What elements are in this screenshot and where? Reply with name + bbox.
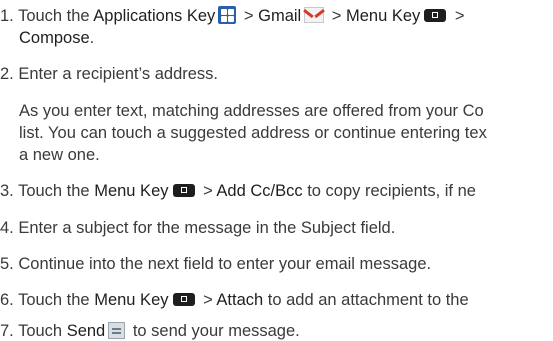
step-text: Touch the <box>18 7 94 25</box>
add-cc-bcc-label: Add Cc/Bcc <box>216 182 303 200</box>
step-text: to send your message. <box>128 322 300 340</box>
instruction-document: 1. Touch the Applications Key > Gmail > … <box>0 0 553 341</box>
menu-key-icon <box>172 293 195 306</box>
menu-key-icon <box>172 184 195 197</box>
gmail-label: Gmail <box>258 7 302 25</box>
step-text: Enter a subject for the message in the S… <box>18 219 396 237</box>
applications-key-label: Applications Key <box>93 7 216 25</box>
step-number: 1. <box>0 7 14 25</box>
separator: > <box>450 7 465 25</box>
step-number: 4. <box>0 219 14 237</box>
step-text: to add an attachment to the <box>263 291 469 309</box>
step-2-note-line-2: list. You can touch a suggested address … <box>19 124 487 142</box>
menu-key-icon <box>424 9 447 22</box>
gmail-envelope-icon <box>304 7 325 23</box>
compose-label: Compose <box>19 29 90 47</box>
step-5: 5. Continue into the next field to enter… <box>0 254 431 274</box>
send-icon <box>108 322 126 339</box>
separator: > <box>198 291 217 309</box>
step-number: 5. <box>0 255 14 273</box>
step-number: 7. <box>0 322 14 340</box>
attach-label: Attach <box>216 291 264 309</box>
menu-key-label: Menu Key <box>94 182 169 200</box>
step-text: Touch the <box>18 182 95 200</box>
step-2-note-line-3: a new one. <box>19 146 100 164</box>
step-text: Touch <box>18 322 67 340</box>
step-7: 7. Touch Send to send your message. <box>0 321 300 341</box>
step-2-note-line-1: As you enter text, matching addresses ar… <box>19 102 484 120</box>
step-number: 3. <box>0 182 14 200</box>
step-2: 2. Enter a recipient’s address. <box>0 64 218 84</box>
separator: > <box>198 182 217 200</box>
step-end: . <box>89 29 95 47</box>
separator: > <box>239 7 259 25</box>
apps-grid-icon <box>218 6 237 24</box>
separator: > <box>327 7 347 25</box>
step-number: 6. <box>0 291 14 309</box>
menu-key-label: Menu Key <box>346 7 421 25</box>
step-text: Enter a recipient’s address. <box>18 65 218 83</box>
step-4: 4. Enter a subject for the message in th… <box>0 218 395 238</box>
step-text: Touch the <box>18 291 95 309</box>
step-text: Continue into the next field to enter yo… <box>18 255 432 273</box>
step-1-continued: Compose. <box>19 28 94 48</box>
send-label: Send <box>66 322 106 340</box>
step-text: to copy recipients, if ne <box>302 182 476 200</box>
step-number: 2. <box>0 65 14 83</box>
menu-key-label: Menu Key <box>94 291 169 309</box>
step-1: 1. Touch the Applications Key > Gmail > … <box>0 6 465 26</box>
step-3: 3. Touch the Menu Key > Add Cc/Bcc to co… <box>0 181 476 201</box>
step-6: 6. Touch the Menu Key > Attach to add an… <box>0 290 469 310</box>
